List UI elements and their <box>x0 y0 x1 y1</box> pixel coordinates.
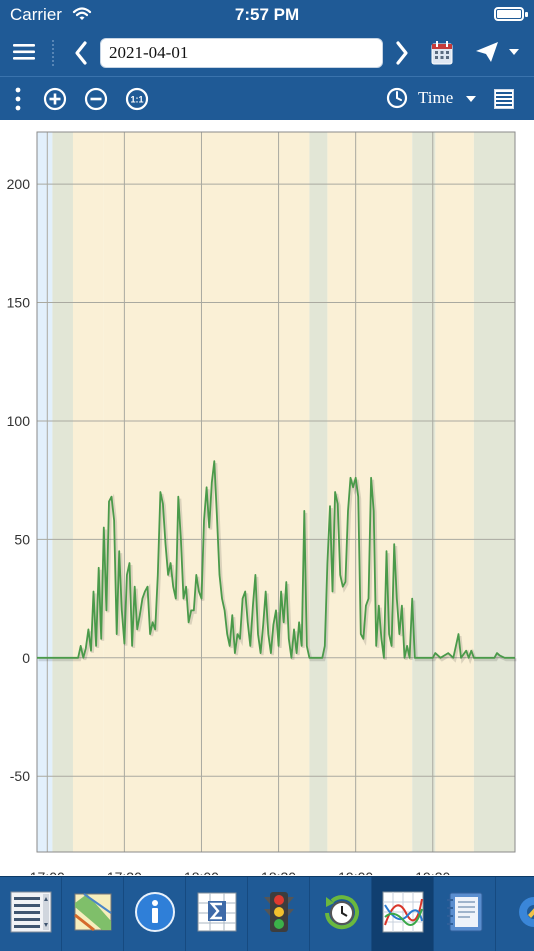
tab-summary[interactable] <box>186 877 248 951</box>
time-band-blue <box>37 132 53 852</box>
zoom-reset-button[interactable]: 1:1 <box>125 87 149 111</box>
tab-settings-partial[interactable] <box>496 877 534 951</box>
line-chart-icon <box>382 891 424 933</box>
sigma-table-icon <box>197 892 237 932</box>
time-axis-selector[interactable]: Time <box>418 88 453 108</box>
table-view-icon[interactable] <box>494 89 514 109</box>
time-band-grey <box>412 132 436 852</box>
chart-toolbar: 1:1 <box>0 76 534 121</box>
time-dropdown-chevron-icon[interactable] <box>465 95 477 103</box>
divider <box>52 40 54 66</box>
x-tick-label: 19:00 <box>338 869 373 875</box>
x-tick-label: 17:30 <box>107 869 142 875</box>
date-field[interactable] <box>100 38 383 68</box>
tab-info[interactable] <box>124 877 186 951</box>
x-tick-label: 18:00 <box>184 869 219 875</box>
status-bar: Carrier 7:57 PM <box>0 0 534 30</box>
line-chart[interactable]: 200 150 100 50 0 -50 17:00 17:30 18:00 18:30 19:00… <box>0 120 534 885</box>
tab-notebook[interactable] <box>434 877 496 951</box>
tab-history[interactable] <box>310 877 372 951</box>
time-band-grey <box>309 132 328 852</box>
chart-area[interactable]: 200 150 100 50 0 -50 17:00 17:30 18:00 18:30 19:00… <box>0 120 534 885</box>
more-options-icon[interactable] <box>15 87 21 111</box>
y-tick-label: -50 <box>10 768 30 784</box>
tab-map[interactable] <box>62 877 124 951</box>
x-tick-label: 19:30 <box>415 869 450 875</box>
battery-tip <box>525 12 528 17</box>
traffic-light-icon <box>264 892 294 932</box>
y-tick-label: 0 <box>22 650 30 666</box>
y-tick-label: 150 <box>7 295 31 311</box>
next-day-icon[interactable] <box>394 40 410 66</box>
time-band-grey <box>473 132 515 852</box>
previous-day-icon[interactable] <box>73 40 89 66</box>
map-icon <box>74 893 112 932</box>
y-tick-label: 100 <box>7 413 31 429</box>
y-tick-label: 200 <box>7 176 31 192</box>
clock-icon[interactable] <box>386 87 408 109</box>
zoom-reset-label: 1:1 <box>130 95 143 105</box>
time-band-cream <box>72 132 104 852</box>
zoom-in-icon[interactable] <box>43 87 67 111</box>
clock-time: 7:57 PM <box>234 5 300 24</box>
tab-form[interactable] <box>0 877 62 951</box>
battery-icon <box>494 7 524 21</box>
time-band-cream <box>435 132 474 852</box>
bottom-tab-bar <box>0 876 534 951</box>
history-clock-icon <box>325 895 359 930</box>
notebook-icon <box>447 892 483 932</box>
tab-chart[interactable] <box>372 877 434 951</box>
zoom-out-icon[interactable] <box>84 87 108 111</box>
x-tick-label: 17:00 <box>30 869 65 875</box>
form-list-icon <box>10 891 52 933</box>
send-icon[interactable] <box>475 41 499 63</box>
hamburger-menu-icon[interactable] <box>13 42 35 62</box>
time-band-cream <box>327 132 413 852</box>
tab-alerts[interactable] <box>248 877 310 951</box>
info-icon <box>135 892 175 932</box>
time-band-grey <box>52 132 73 852</box>
gear-icon <box>519 897 534 927</box>
y-tick-label: 50 <box>14 531 30 547</box>
x-tick-label: 18:30 <box>261 869 296 875</box>
send-dropdown-chevron-icon[interactable] <box>508 48 520 56</box>
calendar-icon[interactable] <box>431 40 453 66</box>
